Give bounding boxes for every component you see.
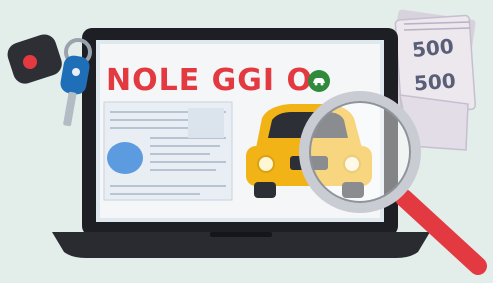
car-wheel-left (254, 182, 276, 198)
illustration: NOLE GGI O 500 500 (0, 0, 493, 279)
key-head-dot (72, 68, 80, 76)
key-fob-button (23, 55, 37, 69)
car-headlight-left (257, 155, 275, 173)
screen-title: NOLE GGI O (106, 63, 314, 98)
car-glyph-icon (313, 78, 325, 86)
car-badge-icon (308, 70, 330, 92)
car-key (7, 34, 92, 127)
document-map (188, 108, 224, 138)
laptop-notch (210, 232, 272, 237)
magnifier-lens (299, 91, 421, 213)
document-illustration (103, 101, 233, 201)
banknote-value-1: 500 (410, 33, 455, 63)
banknote-value-2: 500 (413, 68, 457, 96)
document-chart-blob (107, 142, 143, 174)
key-blade (63, 91, 77, 127)
